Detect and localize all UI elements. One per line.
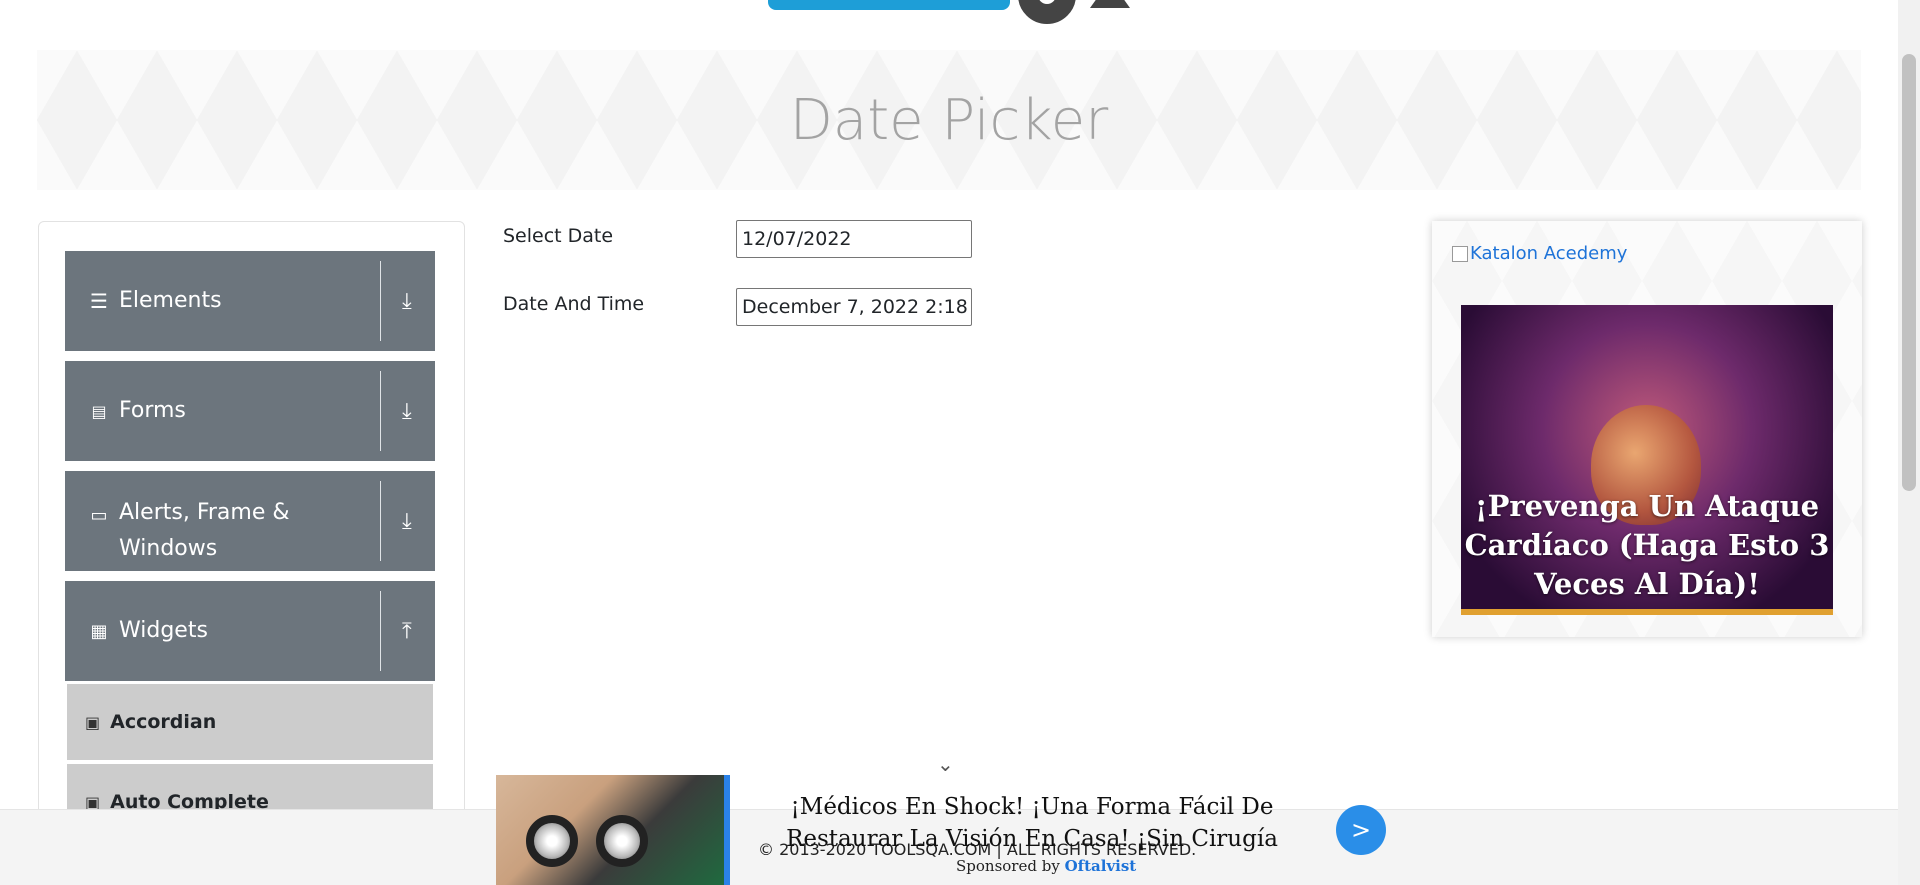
divider <box>380 261 381 341</box>
bottom-ad-headline[interactable]: ¡Médicos En Shock! ¡Una Forma Fácil De R… <box>742 791 1322 855</box>
sidebar-group-label: Widgets <box>119 618 208 643</box>
download-arrow-icon[interactable]: ⤓ <box>402 361 412 461</box>
sidebar-item-label: Accordian <box>110 711 217 733</box>
divider <box>380 371 381 451</box>
window-icon: ▭ <box>90 505 108 526</box>
toolsqa-logo[interactable] <box>760 0 1160 40</box>
sidebar-group-elements[interactable]: ☰ Elements ⤓ <box>65 251 435 351</box>
select-date-label: Select Date <box>503 225 614 247</box>
ad-go-button[interactable]: > <box>1336 805 1386 855</box>
sidebar-group-alerts-frame-windows[interactable]: ▭ Alerts, Frame & Windows ⤓ <box>65 471 435 571</box>
divider <box>380 481 381 561</box>
broken-image-icon <box>1452 245 1468 262</box>
sidebar-group-label: Forms <box>119 398 186 423</box>
lens-left <box>526 815 578 867</box>
menu-icon: ☰ <box>90 289 108 313</box>
ad-accent-stripe <box>724 775 730 885</box>
sponsored-by: Sponsored by Oftalvist <box>956 857 1136 875</box>
date-and-time-label: Date And Time <box>503 293 645 315</box>
ad-image[interactable]: ¡Prevenga Un Ataque Cardíaco (Haga Esto … <box>1461 305 1833 615</box>
sponsor-name[interactable]: Oftalvist <box>1065 857 1137 875</box>
upload-arrow-icon[interactable]: ⤒ <box>402 581 412 681</box>
sidebar: ☰ Elements ⤓ ▤ Forms ⤓ ▭ Alerts, Frame &… <box>38 221 465 885</box>
select-date-input[interactable]: 12/07/2022 <box>736 220 972 258</box>
sidebar-group-widgets[interactable]: ▦ Widgets ⤒ <box>65 581 435 681</box>
ad-accent-bar <box>1461 609 1833 615</box>
sidebar-item-accordian[interactable]: ▣ Accordian <box>67 684 433 760</box>
page-banner: Date Picker <box>37 50 1861 190</box>
ad-headline: ¡Prevenga Un Ataque Cardíaco (Haga Esto … <box>1464 489 1830 601</box>
html5-icon: ▣ <box>85 712 101 732</box>
form-icon: ▤ <box>91 401 107 421</box>
gear-icon <box>1018 0 1076 24</box>
lens-right <box>596 815 648 867</box>
logo-triangle-icon <box>1090 0 1130 8</box>
date-and-time-input[interactable]: December 7, 2022 2:18 PM <box>736 288 972 326</box>
logo-wordmark <box>768 0 1010 10</box>
katalon-academy-image-link[interactable]: Katalon Acedemy <box>1452 243 1627 264</box>
page-scrollbar[interactable] <box>1898 0 1920 885</box>
right-advertisement[interactable]: Katalon Acedemy ¡Prevenga Un Ataque Card… <box>1432 221 1862 637</box>
divider <box>380 591 381 671</box>
widgets-icon: ▦ <box>90 620 108 642</box>
sponsor-prefix: Sponsored by <box>956 857 1060 875</box>
download-arrow-icon[interactable]: ⤓ <box>402 251 412 351</box>
download-arrow-icon[interactable]: ⤓ <box>402 471 412 571</box>
sidebar-group-forms[interactable]: ▤ Forms ⤓ <box>65 361 435 461</box>
katalon-alt-text: Katalon Acedemy <box>1470 243 1628 264</box>
page-title: Date Picker <box>789 87 1109 153</box>
ad-thumbnail[interactable] <box>496 775 724 885</box>
scrollbar-thumb[interactable] <box>1902 54 1916 491</box>
chevron-down-icon[interactable]: ⌄ <box>937 752 954 776</box>
sidebar-group-label: Elements <box>119 288 222 313</box>
sidebar-group-label: Alerts, Frame & Windows <box>119 500 290 561</box>
bottom-advertisement[interactable]: ¡Médicos En Shock! ¡Una Forma Fácil De R… <box>496 775 1386 885</box>
